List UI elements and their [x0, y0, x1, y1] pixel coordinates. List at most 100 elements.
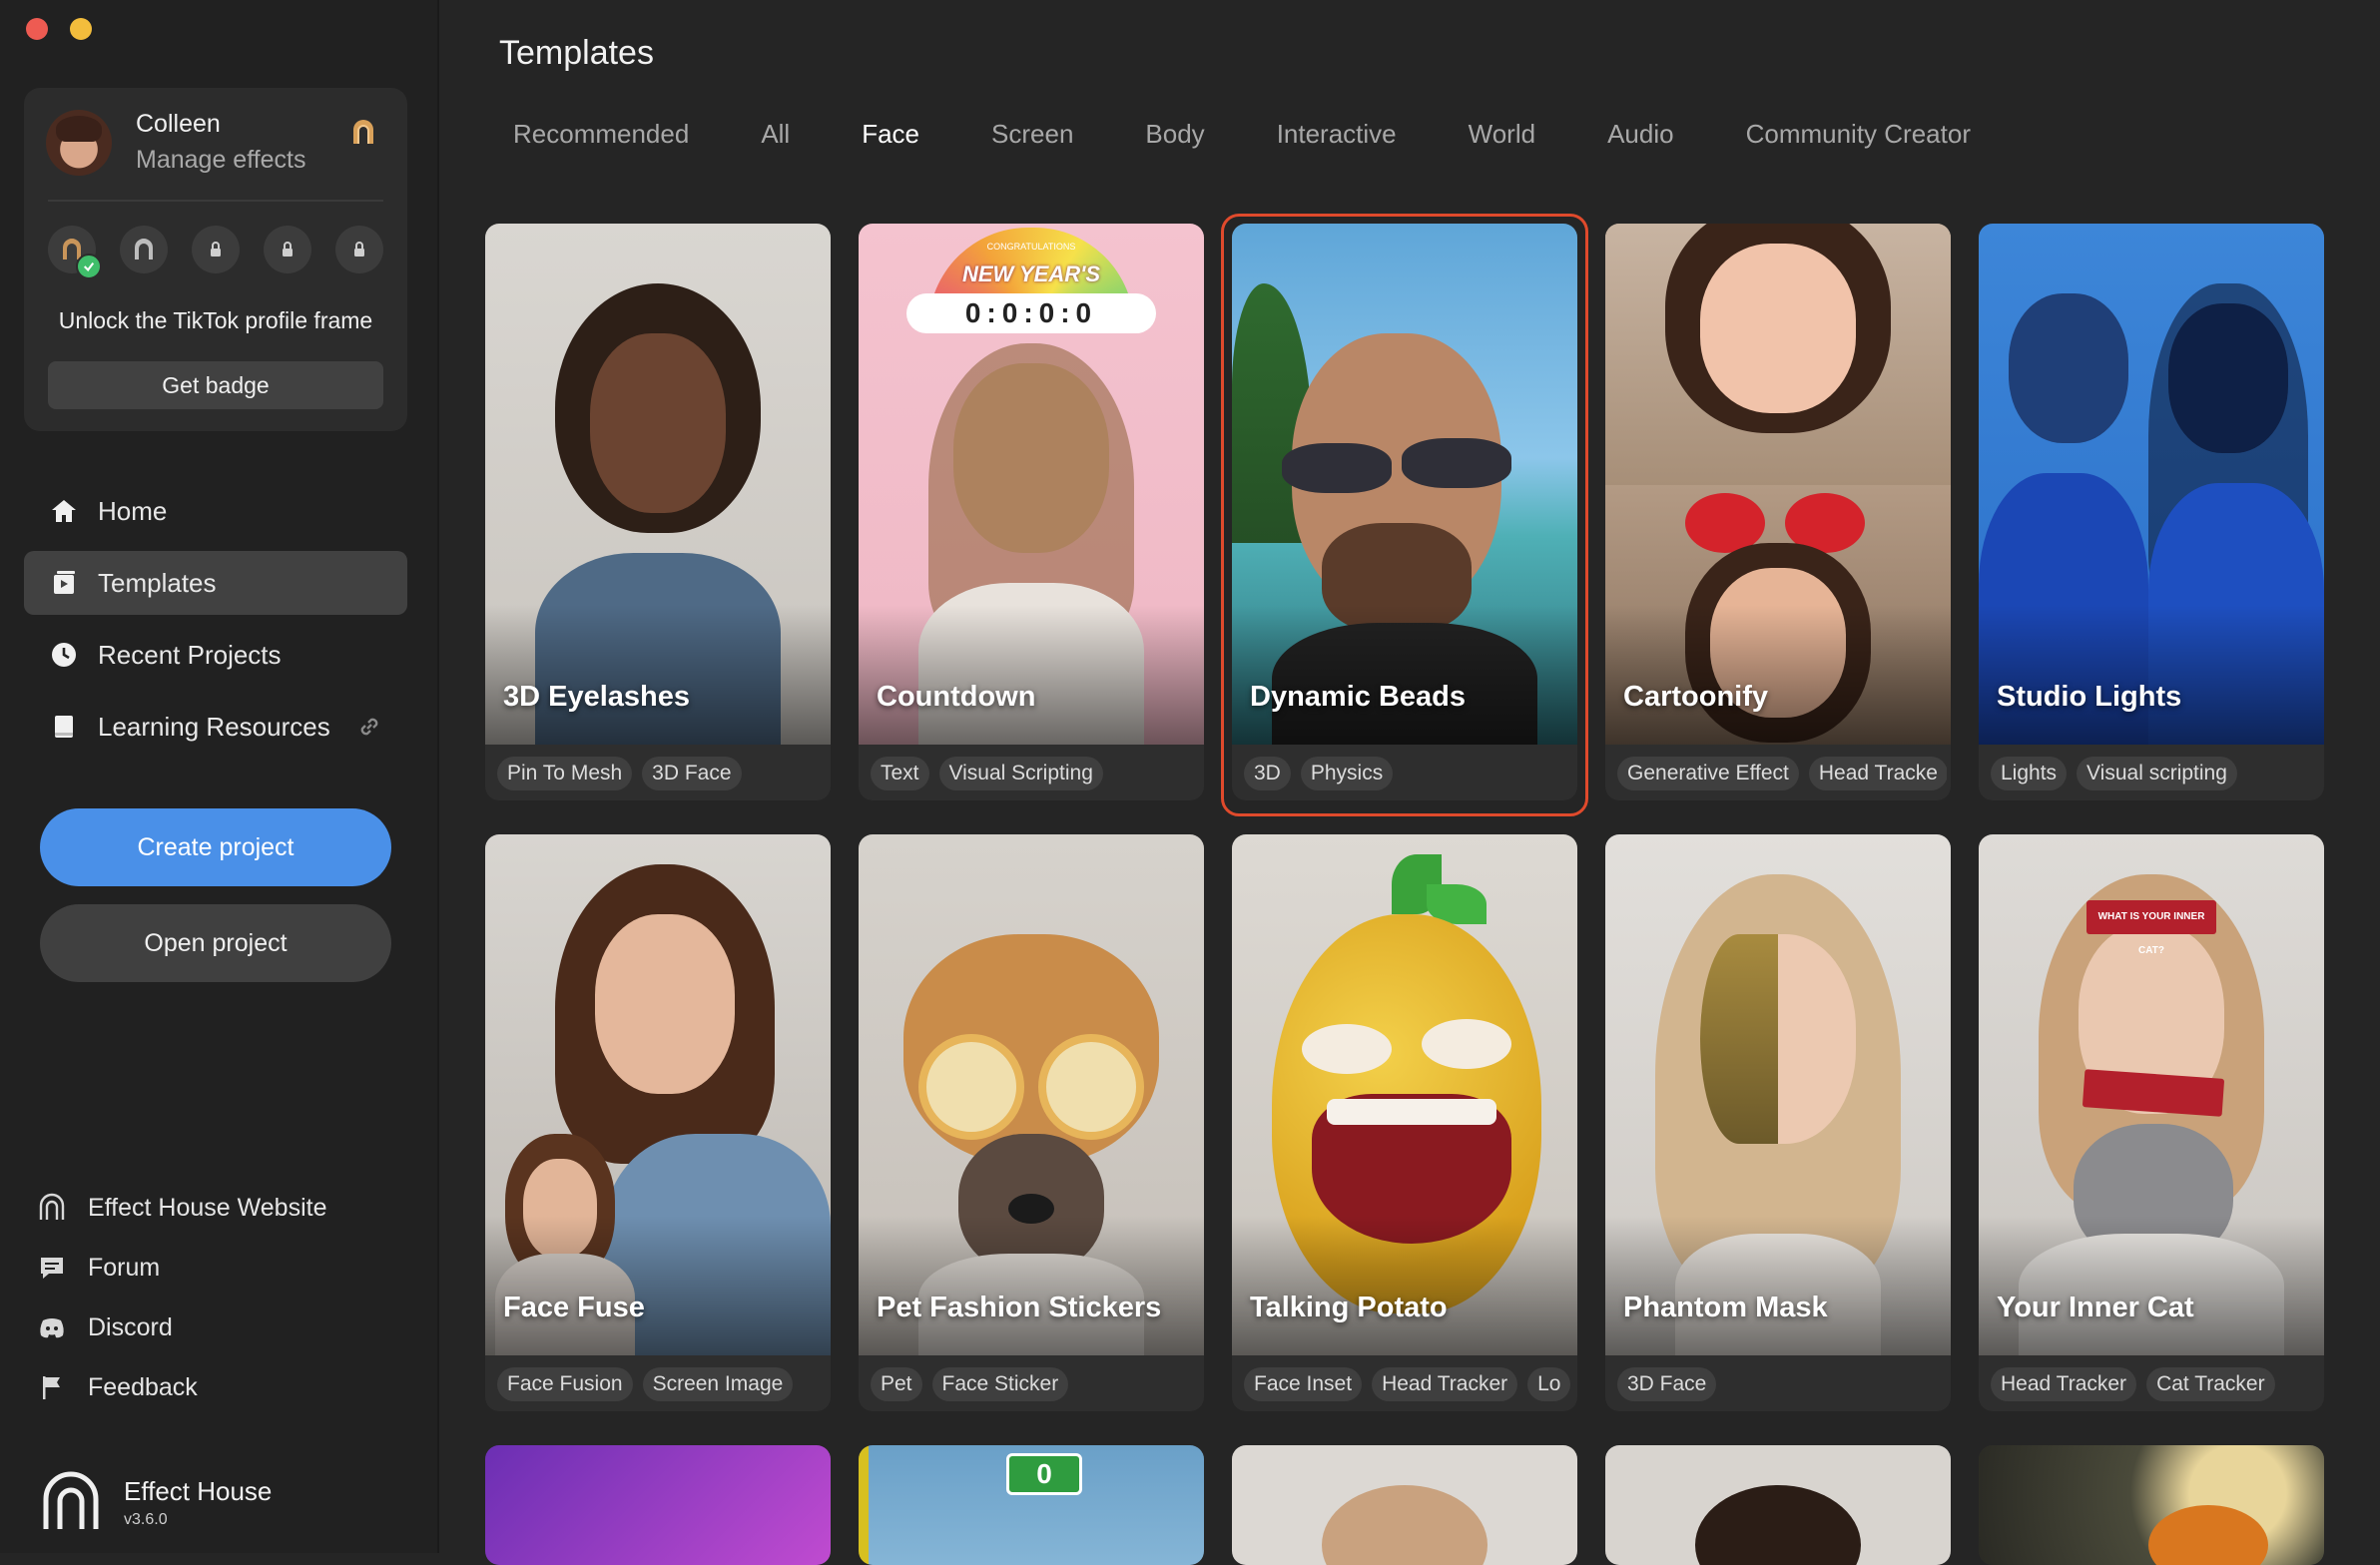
window-minimize-button[interactable]: [70, 18, 92, 40]
template-card-your-inner-cat[interactable]: WHAT IS YOUR INNER CAT? Your Inner Cat H…: [1979, 834, 2324, 1411]
tag-chip: Physics: [1300, 757, 1394, 790]
lock-icon: [354, 242, 364, 257]
template-card-3d-eyelashes[interactable]: 3D Eyelashes Pin To Mesh 3D Face: [485, 224, 831, 800]
external-link-icon[interactable]: [355, 713, 383, 741]
template-title: Your Inner Cat: [1997, 1292, 2194, 1323]
sidebar-item-label: Templates: [98, 567, 217, 598]
countdown-small-text: CONGRATULATIONS: [986, 242, 1076, 252]
link-label: Effect House Website: [88, 1193, 327, 1222]
tag-chip: Head Tracker: [1372, 1367, 1518, 1401]
tag-list: Pin To Mesh 3D Face: [497, 757, 827, 790]
tab-all[interactable]: All: [747, 114, 804, 154]
tab-interactive[interactable]: Interactive: [1263, 114, 1411, 154]
profile-name: Colleen: [136, 110, 221, 138]
badge-locked[interactable]: [335, 226, 383, 273]
effect-house-logo-icon: [43, 1471, 99, 1529]
arch-badge-icon[interactable]: [349, 118, 377, 146]
countdown-banner: NEW YEAR'S: [961, 261, 1101, 286]
tab-face[interactable]: Face: [848, 114, 933, 154]
tab-recommended[interactable]: Recommended: [499, 114, 703, 154]
forum-link[interactable]: Forum: [36, 1238, 415, 1298]
tag-chip: Face Inset: [1244, 1367, 1363, 1401]
tag-chip: 3D: [1244, 757, 1291, 790]
template-thumbnail: [1605, 224, 1951, 745]
tag-chip: Pet: [871, 1367, 922, 1401]
template-card-phantom-mask[interactable]: Phantom Mask 3D Face: [1605, 834, 1951, 1411]
tag-chip: Face Fusion: [497, 1367, 633, 1401]
tag-chip: Head Tracker: [1991, 1367, 2137, 1401]
link-label: Discord: [88, 1312, 173, 1341]
badge-bronze[interactable]: [48, 226, 102, 279]
sidebar-item-label: Home: [98, 495, 168, 526]
template-title: Dynamic Beads: [1250, 681, 1466, 713]
tag-chip: Cat Tracker: [2146, 1367, 2275, 1401]
book-icon: [48, 711, 80, 743]
badge-locked[interactable]: [192, 226, 240, 273]
sidebar-item-learning-resources[interactable]: Learning Resources: [24, 695, 407, 759]
discord-link[interactable]: Discord: [36, 1298, 415, 1357]
arch-logo-icon: [36, 1192, 68, 1224]
template-card-partial[interactable]: [485, 1445, 831, 1565]
template-thumbnail: [485, 224, 831, 745]
tab-community-creator[interactable]: Community Creator: [1732, 114, 1985, 154]
template-card-partial[interactable]: [1979, 1445, 2324, 1565]
check-icon: [76, 254, 102, 279]
tag-chip: Screen Image: [642, 1367, 794, 1401]
get-badge-button[interactable]: Get badge: [48, 361, 383, 409]
brand: Effect House v3.6.0: [40, 1469, 272, 1535]
tab-audio[interactable]: Audio: [1593, 114, 1688, 154]
tab-screen[interactable]: Screen: [977, 114, 1087, 154]
template-card-countdown[interactable]: NEW YEAR'S CONGRATULATIONS 0:0:0:0 Count…: [859, 224, 1204, 800]
template-card-dynamic-beads[interactable]: Dynamic Beads 3D Physics: [1232, 224, 1577, 800]
template-thumbnail: [859, 834, 1204, 1355]
template-card-partial[interactable]: [1605, 1445, 1951, 1565]
sidebar-item-label: Recent Projects: [98, 639, 282, 670]
profile-divider: [48, 200, 383, 202]
template-title: Face Fuse: [503, 1292, 645, 1323]
tag-chip: Lights: [1991, 757, 2068, 790]
template-card-studio-lights[interactable]: Studio Lights Lights Visual scripting: [1979, 224, 2324, 800]
lock-icon: [283, 242, 293, 257]
arch-badge-icon: [135, 239, 153, 260]
feedback-link[interactable]: Feedback: [36, 1357, 415, 1417]
sidebar-item-recent-projects[interactable]: Recent Projects: [24, 623, 407, 687]
sidebar-item-home[interactable]: Home: [24, 479, 407, 543]
create-project-button[interactable]: Create project: [40, 808, 391, 886]
window-close-button[interactable]: [26, 18, 48, 40]
template-thumbnail: [1232, 224, 1577, 745]
template-card-cartoonify[interactable]: Cartoonify Generative Effect Head Tracke: [1605, 224, 1951, 800]
tab-world[interactable]: World: [1455, 114, 1549, 154]
badge-list: [48, 226, 383, 279]
tag-list: Generative Effect Head Tracke: [1617, 757, 1947, 790]
flag-icon: [36, 1371, 68, 1403]
template-card-pet-fashion-stickers[interactable]: Pet Fashion Stickers Pet Face Sticker: [859, 834, 1204, 1411]
template-thumbnail: [1232, 834, 1577, 1355]
footer-links: Effect House Website Forum Discord Feedb…: [36, 1178, 415, 1417]
templates-icon: [48, 567, 80, 599]
avatar[interactable]: [46, 110, 112, 176]
template-card-face-fuse[interactable]: Face Fuse Face Fusion Screen Image: [485, 834, 831, 1411]
tab-body[interactable]: Body: [1131, 114, 1218, 154]
tag-list: Face Inset Head Tracker Lo: [1244, 1367, 1573, 1401]
page-title: Templates: [499, 34, 654, 72]
tag-chip: Generative Effect: [1617, 757, 1799, 790]
home-icon: [48, 495, 80, 527]
tag-chip: Text: [871, 757, 929, 790]
template-card-partial[interactable]: [1232, 1445, 1577, 1565]
template-card-partial[interactable]: 0: [859, 1445, 1204, 1565]
badge-locked[interactable]: [264, 226, 311, 273]
inner-cat-sign: WHAT IS YOUR INNER CAT?: [2086, 900, 2216, 956]
template-thumbnail: NEW YEAR'S CONGRATULATIONS 0:0:0:0: [859, 224, 1204, 745]
tag-list: Pet Face Sticker: [871, 1367, 1200, 1401]
tag-chip: 3D Face: [642, 757, 742, 790]
template-title: Phantom Mask: [1623, 1292, 1828, 1323]
tag-list: Face Fusion Screen Image: [497, 1367, 827, 1401]
manage-effects-link[interactable]: Manage effects: [136, 146, 305, 175]
badge-silver[interactable]: [120, 226, 168, 273]
template-card-talking-potato[interactable]: Talking Potato Face Inset Head Tracker L…: [1232, 834, 1577, 1411]
sidebar-item-templates[interactable]: Templates: [24, 551, 407, 615]
open-project-button[interactable]: Open project: [40, 904, 391, 982]
link-label: Forum: [88, 1253, 161, 1282]
effect-house-website-link[interactable]: Effect House Website: [36, 1178, 415, 1238]
template-thumbnail: [1979, 1445, 2324, 1565]
